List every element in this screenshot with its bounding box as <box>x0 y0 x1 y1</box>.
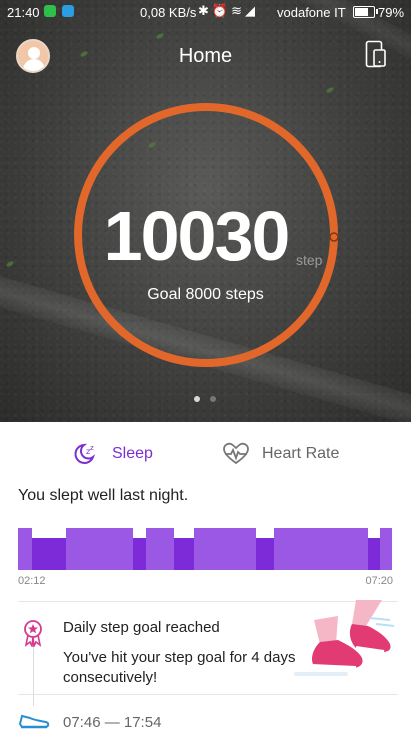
sleep-gap <box>368 528 380 538</box>
sleep-gap <box>32 528 66 538</box>
medal-icon <box>24 620 42 647</box>
network-speed: 0,08 KB/s <box>140 5 197 20</box>
step-hero: 21:40 0,08 KB/s ✱⏰≋◢ vodafone IT 79% Hom… <box>0 0 411 422</box>
running-shoes-illustration <box>294 600 395 676</box>
svg-text:z: z <box>90 444 94 452</box>
tab-sleep-label: Sleep <box>112 445 153 462</box>
sleep-gap <box>174 528 194 538</box>
sleep-deep-segment <box>368 538 380 570</box>
status-time: 21:40 <box>7 5 40 20</box>
step-count: 10030 <box>103 197 291 275</box>
activity-title: Daily step goal reached <box>63 619 220 636</box>
timeline-line <box>33 640 34 706</box>
sleep-gap <box>133 528 146 538</box>
page-indicator[interactable] <box>210 396 216 402</box>
sleep-deep-segment <box>32 538 66 570</box>
activity-body: You've hit your step goal for 4 days con… <box>63 649 296 686</box>
activity-time-range: 07:46 — 17:54 <box>63 714 162 731</box>
heart-rate-icon <box>223 442 249 465</box>
sleep-start-time: 02:12 <box>18 575 46 587</box>
moon-icon: z z <box>74 443 96 464</box>
step-goal: Goal 8000 steps <box>147 286 264 303</box>
telegram-icon <box>62 5 74 17</box>
sleep-light-band <box>18 528 392 570</box>
sleep-stage-chart[interactable] <box>18 528 392 570</box>
carrier-name: vodafone IT <box>277 5 346 20</box>
sleep-deep-segment <box>174 538 194 570</box>
page-indicator-active[interactable] <box>194 396 200 402</box>
whatsapp-icon <box>44 5 56 17</box>
sleep-gap <box>256 528 274 538</box>
sleep-end-time: 07:20 <box>365 575 393 587</box>
sleep-summary: You slept well last night. <box>18 487 189 504</box>
divider <box>18 694 398 695</box>
shoe-icon <box>18 714 50 729</box>
device-icon[interactable] <box>365 40 387 68</box>
battery-icon <box>353 6 378 18</box>
step-unit: step <box>296 252 323 268</box>
sleep-deep-segment <box>256 538 274 570</box>
battery-percent: 79% <box>378 5 405 20</box>
system-icons: ✱⏰≋◢ <box>198 3 258 18</box>
sleep-deep-segment <box>133 538 146 570</box>
status-bar: 21:40 0,08 KB/s ✱⏰≋◢ vodafone IT 79% <box>0 0 411 26</box>
tab-heart-rate-label: Heart Rate <box>262 445 340 462</box>
page-title: Home <box>178 45 233 67</box>
